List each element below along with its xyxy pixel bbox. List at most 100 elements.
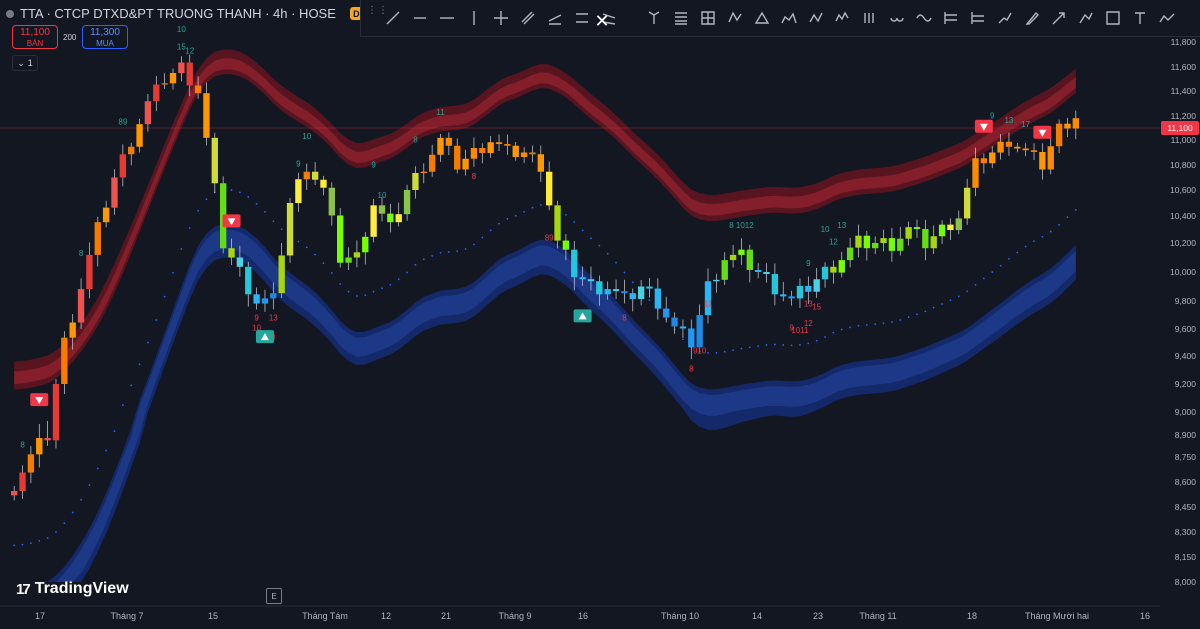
candle	[303, 163, 310, 190]
candle-body	[729, 254, 737, 261]
xabcd-pattern-icon[interactable]	[721, 3, 748, 33]
time-tick-label: Tháng 10	[661, 611, 699, 621]
candle-body	[36, 438, 43, 455]
polyline-icon[interactable]	[1153, 3, 1180, 33]
candle-body	[880, 238, 887, 243]
sine-line-icon[interactable]	[910, 3, 937, 33]
gann-box-icon[interactable]	[694, 3, 721, 33]
fib-retracement-icon[interactable]	[667, 3, 694, 33]
candle	[629, 288, 636, 312]
horizontal-ray-icon[interactable]	[406, 3, 433, 33]
close-icon[interactable]: ✕	[593, 6, 611, 36]
trail-dot	[205, 198, 208, 201]
time-tick-label: 16	[1140, 611, 1150, 621]
brush-icon[interactable]	[1018, 3, 1045, 33]
candle-body	[211, 137, 218, 184]
trail-dot	[272, 220, 275, 223]
trail-dot	[949, 299, 952, 302]
trail-dot	[113, 430, 116, 432]
triangle-pattern-icon[interactable]	[748, 3, 775, 33]
candle	[94, 216, 101, 267]
candle	[61, 331, 68, 395]
trail-dot	[1024, 245, 1027, 248]
price-axis[interactable]: 11,800 11,600 11,400 11,200 11,000 10,800 10,6…	[1160, 0, 1200, 629]
candle	[612, 279, 620, 299]
candle	[437, 133, 444, 162]
cross-line-icon[interactable]	[487, 3, 514, 33]
buy-button[interactable]: 11,300 MUA	[82, 25, 128, 49]
red-count-label: 12	[804, 319, 813, 328]
short-position-icon[interactable]	[964, 3, 991, 33]
candle-body	[646, 286, 653, 289]
trail-dot	[1074, 209, 1077, 211]
tradingview-logo[interactable]: 17 TradingView	[16, 580, 129, 598]
trail-dot	[648, 299, 651, 302]
candle-body	[94, 222, 101, 255]
trail-dot	[1008, 257, 1010, 260]
vertical-line-icon[interactable]	[460, 3, 487, 33]
green-count-label: 8	[79, 249, 84, 258]
sell-signal-marker[interactable]	[1033, 125, 1052, 139]
candle-body	[637, 286, 645, 299]
parallel-channel-icon[interactable]	[514, 3, 541, 33]
pitchfork-icon[interactable]	[640, 3, 667, 33]
candle-body	[972, 158, 979, 188]
trail-dot	[498, 222, 500, 225]
trail-dot	[29, 542, 32, 545]
trail-dot	[464, 248, 467, 250]
elliott-wave-icon[interactable]	[829, 3, 856, 33]
candle-body	[11, 491, 18, 496]
red-count-label: 8	[689, 364, 694, 373]
tv-logo-icon: 17	[16, 580, 31, 598]
green-count-label: 9	[371, 161, 376, 170]
path-icon[interactable]	[1072, 3, 1099, 33]
candle	[253, 287, 260, 310]
time-axis[interactable]: 17 Tháng 7 15 Tháng Tám 12 21 Tháng 9 16 Tháng 1…	[0, 605, 1160, 621]
candle-body	[1030, 150, 1038, 152]
trail-dot	[347, 290, 350, 293]
candle-body	[604, 289, 611, 295]
candle	[412, 166, 419, 199]
cycle-lines-icon[interactable]	[856, 3, 883, 33]
sell-signal-marker[interactable]	[974, 119, 993, 133]
trend-line-icon[interactable]	[379, 3, 406, 33]
trail-dot	[330, 272, 333, 274]
toolbar-drag-handle[interactable]: ⋮⋮	[367, 6, 388, 28]
flat-top-icon[interactable]	[568, 3, 595, 33]
candle	[495, 134, 503, 151]
buy-signal-marker[interactable]	[573, 309, 592, 323]
price-chart[interactable]: 888915 121091091011898 1012 101213913 17910…	[0, 0, 1200, 629]
trail-dot	[364, 294, 367, 297]
horizontal-line-icon[interactable]	[433, 3, 460, 33]
indicator-toggle[interactable]: ⌄ 1	[12, 55, 38, 71]
head-shoulders-icon[interactable]	[775, 3, 802, 33]
trail-dot	[439, 251, 442, 254]
sell-signal-marker[interactable]	[30, 393, 49, 407]
green-count-label: 12	[829, 237, 838, 246]
trail-dot	[1016, 251, 1019, 254]
buy-signal-marker[interactable]	[255, 330, 274, 344]
time-tick-label: 17	[35, 611, 45, 621]
abcd-pattern-icon[interactable]	[802, 3, 829, 33]
time-cycles-icon[interactable]	[883, 3, 910, 33]
arrow-icon[interactable]	[1045, 3, 1072, 33]
trail-dot	[105, 449, 108, 452]
long-position-icon[interactable]	[937, 3, 964, 33]
candle	[897, 226, 904, 256]
rectangle-icon[interactable]	[1099, 3, 1126, 33]
candle-body	[228, 248, 235, 258]
events-button[interactable]: E	[266, 588, 282, 604]
sell-button[interactable]: 11,100 BÁN	[12, 25, 58, 49]
candle-body	[997, 141, 1004, 153]
trail-dot	[230, 189, 233, 191]
candle-body	[303, 171, 310, 180]
candle-body	[378, 205, 386, 214]
symbol-title[interactable]: TTA · CTCP DTXD&PT TRUONG THANH · 4h · H…	[20, 6, 336, 21]
sell-signal-marker[interactable]	[222, 214, 241, 228]
trail-dot	[456, 250, 459, 253]
text-icon[interactable]	[1126, 3, 1153, 33]
forecast-icon[interactable]	[991, 3, 1018, 33]
trail-dot	[514, 214, 517, 217]
regression-icon[interactable]	[541, 3, 568, 33]
candle-body	[186, 62, 193, 86]
